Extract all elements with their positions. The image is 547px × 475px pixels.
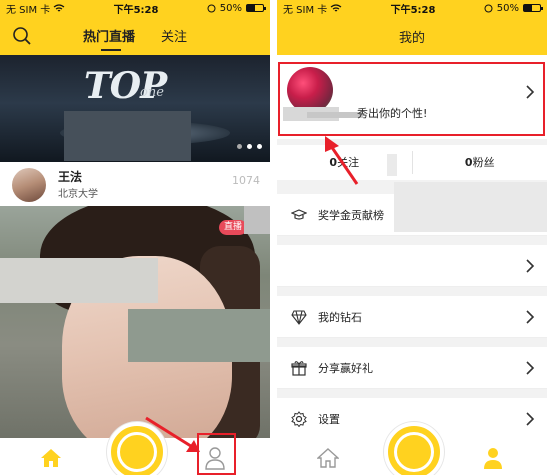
clock-text: 下午5:28 [113, 4, 159, 16]
fans-label: 粉丝 [472, 156, 495, 169]
tab-follow-label: 关注 [161, 30, 188, 45]
active-tab-indicator [101, 49, 121, 51]
orientation-lock-icon [207, 4, 216, 12]
avatar[interactable] [12, 168, 46, 202]
menu-item-share[interactable]: 分享赢好礼 [277, 347, 547, 389]
bottom-tab-bar [277, 422, 547, 475]
record-icon [394, 432, 434, 472]
battery-text: 50% [219, 2, 242, 14]
gear-icon [291, 411, 307, 427]
menu-label: 我的钻石 [318, 311, 362, 324]
status-bar: 无 SIM 卡 下午5:28 50% [0, 0, 270, 16]
redaction-block [0, 258, 158, 303]
wifi-icon [53, 3, 65, 11]
redaction-block [394, 182, 547, 232]
top-nav: 热门直播 关注 [0, 22, 270, 51]
redaction-block [387, 154, 397, 176]
live-feed-screen: 无 SIM 卡 下午5:28 50% 热门直播 关注 TOP one 王法 北京… [0, 0, 270, 475]
menu-label: 分享赢好礼 [318, 362, 373, 375]
banner-logo-sub: one [140, 85, 164, 100]
streamer-school: 北京大学 [58, 189, 98, 200]
banner-redaction [64, 111, 191, 161]
diamond-icon [291, 310, 307, 325]
fans-stat[interactable]: 0粉丝 [413, 145, 547, 180]
streamer-name: 王法 [58, 170, 83, 184]
tab-follow[interactable]: 关注 [161, 26, 187, 45]
carousel-dot[interactable] [237, 144, 242, 149]
carousel-dots[interactable] [237, 144, 262, 149]
clock-text: 下午5:28 [390, 4, 436, 16]
battery-text: 50% [496, 2, 519, 14]
graduation-cap-icon [291, 209, 307, 220]
carousel-dot-active[interactable] [247, 144, 252, 149]
screenshot: 无 SIM 卡 下午5:28 50% 热门直播 关注 TOP one 王法 北京… [0, 0, 547, 475]
tab-hot-live[interactable]: 热门直播 [83, 26, 136, 51]
page-title: 我的 [398, 31, 425, 46]
person-icon[interactable] [482, 446, 504, 470]
tab-hot-label: 热门直播 [83, 30, 136, 45]
arrow-annotation-icon [145, 416, 200, 452]
chevron-right-icon [526, 259, 535, 273]
chevron-right-icon [526, 412, 535, 426]
highlight-box-profile [278, 62, 545, 136]
streamer-row[interactable]: 王法 北京大学 1074 [0, 162, 270, 206]
menu-item-hidden[interactable] [277, 245, 547, 287]
redaction-block [244, 206, 270, 234]
viewer-count: 1074 [232, 174, 260, 187]
menu-label: 奖学金贡献榜 [318, 209, 384, 222]
battery-icon [246, 4, 266, 12]
live-badge: 直播 [219, 220, 248, 235]
arrow-annotation-icon [325, 136, 359, 185]
chevron-right-icon [526, 361, 535, 375]
carrier-text: 无 SIM 卡 [283, 4, 328, 16]
orientation-lock-icon [484, 4, 493, 12]
wifi-icon [330, 3, 342, 11]
carousel-dot[interactable] [257, 144, 262, 149]
chevron-right-icon [526, 310, 535, 324]
promo-banner[interactable]: TOP one [0, 55, 270, 162]
battery-icon [523, 4, 543, 12]
redaction-block [128, 309, 270, 362]
search-icon[interactable] [12, 26, 32, 46]
fans-count: 0 [464, 156, 473, 169]
menu-item-diamonds[interactable]: 我的钻石 [277, 296, 547, 338]
status-bar: 无 SIM 卡 下午5:28 50% [277, 0, 547, 16]
home-icon[interactable] [40, 448, 62, 468]
gift-icon [291, 361, 307, 376]
menu-label: 设置 [318, 413, 340, 426]
carrier-text: 无 SIM 卡 [6, 4, 51, 16]
home-icon[interactable] [317, 448, 339, 468]
live-stream-thumbnail[interactable]: 直播 [0, 206, 270, 438]
record-button[interactable] [384, 422, 444, 475]
